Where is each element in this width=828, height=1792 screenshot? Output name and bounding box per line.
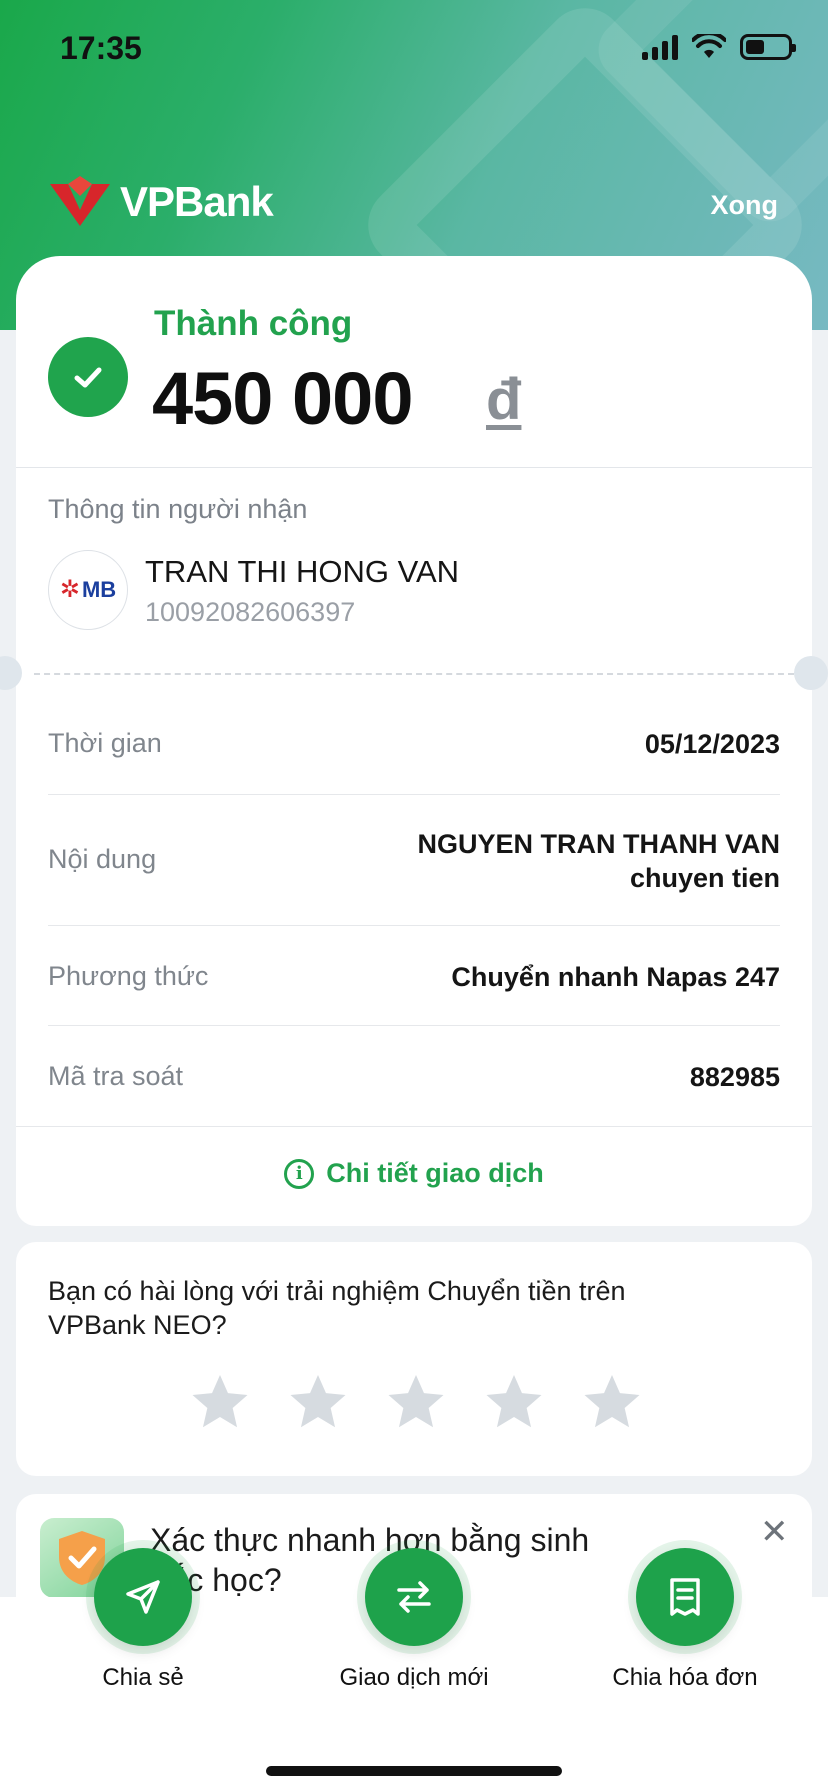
transaction-detail-label: Chi tiết giao dịch bbox=[326, 1158, 544, 1188]
share-label: Chia sẻ bbox=[102, 1664, 184, 1691]
status-label: Thành công bbox=[154, 304, 353, 343]
detail-value-content-line2: chuyen tien bbox=[629, 863, 780, 893]
dashed-divider bbox=[34, 673, 794, 675]
recipient-account: 10092082606397 bbox=[145, 597, 356, 627]
mb-star-icon: ✲ bbox=[59, 576, 80, 603]
recipient-section-title: Thông tin người nhận bbox=[48, 494, 308, 524]
row-divider bbox=[48, 1025, 780, 1026]
star-icon[interactable] bbox=[186, 1370, 254, 1436]
wifi-icon bbox=[692, 34, 726, 58]
detail-label-method: Phương thức bbox=[48, 961, 209, 991]
bank-logo: ✲ MB bbox=[48, 550, 128, 630]
split-bill-button[interactable]: Chia hóa đơn bbox=[585, 1548, 785, 1692]
battery-icon bbox=[740, 34, 796, 60]
star-rating bbox=[186, 1370, 646, 1436]
rating-question: Bạn có hài lòng với trải nghiệm Chuyển t… bbox=[48, 1276, 626, 1340]
swap-arrows-icon bbox=[365, 1548, 463, 1646]
cellular-signal-icon bbox=[642, 34, 678, 60]
status-bar: 17:35 bbox=[0, 0, 828, 100]
receipt-icon bbox=[636, 1548, 734, 1646]
star-icon[interactable] bbox=[578, 1370, 646, 1436]
detail-label-trace: Mã tra soát bbox=[48, 1061, 184, 1091]
detail-value-time: 05/12/2023 bbox=[644, 729, 780, 759]
status-time: 17:35 bbox=[60, 30, 142, 66]
star-icon[interactable] bbox=[382, 1370, 450, 1436]
currency-symbol: đ bbox=[486, 367, 522, 432]
send-icon bbox=[94, 1548, 192, 1646]
detail-value-method: Chuyển nhanh Napas 247 bbox=[451, 962, 780, 992]
detail-value-content-line1: NGUYEN TRAN THANH VAN bbox=[417, 829, 781, 859]
brand-name: VPBank bbox=[120, 178, 274, 225]
new-transaction-button[interactable]: Giao dịch mới bbox=[314, 1548, 514, 1692]
detail-label-content: Nội dung bbox=[48, 844, 157, 874]
star-icon[interactable] bbox=[284, 1370, 352, 1436]
split-bill-label: Chia hóa đơn bbox=[612, 1664, 758, 1691]
row-divider bbox=[48, 925, 780, 926]
ticket-notch-right bbox=[794, 656, 828, 690]
info-icon: i bbox=[284, 1158, 315, 1189]
new-transaction-label: Giao dịch mới bbox=[339, 1664, 489, 1691]
share-button[interactable]: Chia sẻ bbox=[43, 1548, 243, 1692]
success-check-icon bbox=[48, 337, 128, 417]
detail-value-trace: 882985 bbox=[689, 1062, 780, 1092]
home-indicator bbox=[266, 1766, 562, 1776]
recipient-name: TRAN THI HONG VAN bbox=[145, 554, 460, 589]
vpbank-mark-icon bbox=[50, 176, 110, 226]
done-button[interactable]: Xong bbox=[711, 190, 779, 221]
transaction-detail-link[interactable]: i Chi tiết giao dịch bbox=[0, 1158, 828, 1189]
bank-logo-text: MB bbox=[81, 577, 117, 602]
star-icon[interactable] bbox=[480, 1370, 548, 1436]
divider bbox=[16, 1126, 812, 1127]
status-icons bbox=[642, 34, 796, 60]
vpbank-logo: VPBank bbox=[48, 176, 274, 228]
amount: 450 000 bbox=[152, 357, 413, 440]
detail-label-time: Thời gian bbox=[48, 728, 162, 758]
divider bbox=[16, 467, 812, 468]
row-divider bbox=[48, 794, 780, 795]
close-icon[interactable]: ✕ bbox=[760, 1512, 789, 1552]
